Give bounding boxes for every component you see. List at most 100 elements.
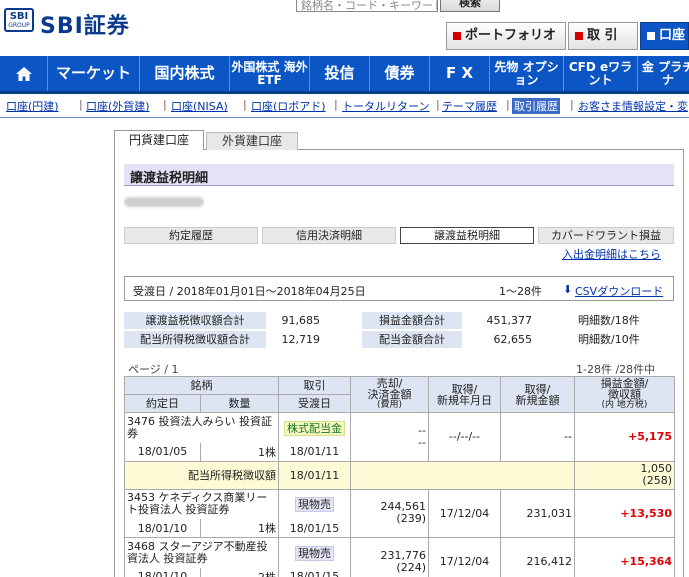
security-name: 3468 スターアジア不動産投資法人 投資証券 [124, 537, 279, 568]
amount-text: 231,776 [380, 548, 427, 562]
header-text: 決済金額 [367, 388, 412, 401]
trade-label: 取 引 [587, 28, 618, 43]
nav-gold[interactable]: 金 プラチナ [638, 56, 689, 91]
portfolio-button[interactable]: ポートフォリオ [446, 22, 566, 50]
amount-text: -- [418, 423, 426, 437]
nav-domestic-stock[interactable]: 国内株式 [140, 56, 230, 91]
acq-amount: 216,412 [500, 537, 575, 577]
header-acq-date: 取得/新規年月日 [428, 376, 501, 413]
arrow-icon [453, 31, 461, 40]
dividend-tax-row: 配当所得税徴収額 18/01/11 1,050 (258) [124, 460, 675, 490]
subtab-capital-gains-tax[interactable]: 譲渡益税明細 [400, 227, 534, 244]
security-name: 3476 投資法人みらい 投資証券 [124, 412, 279, 443]
profit-loss: +5,175 [574, 412, 675, 462]
date-range-box: 受渡日 / 2018年01月01日～2018年04月25日 1～28件 ⬇ CS… [124, 276, 674, 301]
sublink-yen-account[interactable]: 口座(円建) [6, 98, 59, 114]
summary-value: 91,685 [281, 314, 321, 327]
date-range: 受渡日 / 2018年01月01日～2018年04月25日 [133, 285, 366, 298]
logo-text[interactable]: SBI証券 [40, 8, 130, 40]
search-button[interactable]: 検索 [440, 0, 500, 12]
header-acq-amount: 取得/新規金額 [500, 376, 575, 413]
header-text: 取得/ [451, 382, 478, 396]
search-input[interactable]: 銘柄名・コード・キーワード [296, 0, 438, 12]
sbi-logo-mark[interactable]: SBI GROUP [4, 8, 34, 32]
header-text: (費用) [376, 400, 403, 410]
csv-download-link[interactable]: CSVダウンロード [575, 283, 663, 299]
dividend-tax-amount: 1,050 (258) [574, 460, 675, 490]
summary-value: 62,655 [493, 333, 533, 346]
divider: | [163, 98, 167, 111]
nav-fx[interactable]: F X [430, 56, 490, 91]
header-quantity: 数量 [200, 394, 279, 413]
sublink-total-return[interactable]: トータルリターン [342, 98, 429, 114]
sale-amount: 231,776 (224) [350, 537, 429, 577]
divider: | [570, 98, 574, 111]
page-indicator: ページ / 1 [128, 363, 179, 376]
subtab-covered-warrant[interactable]: カバードワラント損益 [538, 227, 674, 244]
portfolio-label: ポートフォリオ [465, 28, 557, 43]
trade-date: 18/01/10 [124, 567, 201, 577]
logo-mark-text: SBI [9, 11, 29, 22]
sublink-foreign-account[interactable]: 口座(外貨建) [86, 98, 150, 114]
trade-date: 18/01/10 [124, 519, 201, 538]
sale-amount: 244,561 (239) [350, 488, 429, 538]
trade-type: 現物売 [278, 488, 351, 519]
header-sale-amount: 売却/決済金額 (費用) [350, 376, 429, 413]
profit-loss: +15,364 [574, 537, 675, 577]
section-title: 譲渡益税明細 [124, 164, 674, 186]
nav-bonds[interactable]: 債券 [370, 56, 430, 91]
header-profit-loss: 損益金額/徴収額 (内 地方税) [574, 376, 675, 413]
account-button[interactable]: 口座 [640, 22, 689, 50]
summary-value: 451,377 [486, 314, 533, 327]
header-trade-date: 約定日 [124, 394, 201, 413]
subtab-margin-settlement[interactable]: 信用決済明細 [262, 227, 396, 244]
divider: | [334, 98, 338, 111]
header-text: 新規金額 [515, 393, 560, 407]
trade-type-badge: 株式配当金 [284, 420, 345, 436]
header-torihiki: 取引 [278, 376, 351, 395]
sublink-trade-history[interactable]: 取引履歴 [512, 98, 560, 114]
nav-funds[interactable]: 投信 [310, 56, 370, 91]
subtab-trade-history[interactable]: 約定履歴 [124, 227, 258, 244]
trade-button[interactable]: 取 引 [568, 22, 638, 50]
tab-yen-account[interactable]: 円貨建口座 [114, 130, 204, 150]
home-icon[interactable] [0, 56, 48, 91]
sublink-nisa-account[interactable]: 口座(NISA) [171, 98, 228, 114]
summary-count: 明細数/18件 [578, 314, 640, 327]
nav-cfd[interactable]: CFD eワラント [564, 56, 638, 91]
header-meigara: 銘柄 [124, 376, 279, 395]
page-count: 1-28件 /28件中 [576, 363, 656, 376]
divider: | [79, 98, 83, 111]
tab-foreign-account[interactable]: 外貨建口座 [206, 132, 298, 150]
cost-text: (239) [396, 512, 426, 526]
trade-type: 現物売 [278, 537, 351, 568]
divider: | [436, 98, 440, 111]
quantity: 1株 [200, 519, 279, 538]
acq-date: 17/12/04 [428, 537, 501, 577]
summary-label: 配当金額合計 [362, 331, 462, 349]
header-settle-date: 受渡日 [278, 394, 351, 413]
capital-gains-table: 銘柄 取引 売却/決済金額 (費用) 取得/新規年月日 取得/新規金額 損益金額/… [124, 376, 675, 577]
nav-market[interactable]: マーケット [48, 56, 140, 91]
deposit-history-link[interactable]: 入出金明細はこちら [562, 246, 661, 262]
dividend-tax-date: 18/01/11 [278, 460, 351, 490]
quantity: 1株 [200, 442, 279, 462]
header-text: 新規年月日 [437, 393, 492, 407]
nav-foreign-stock[interactable]: 外国株式 海外ETF [230, 56, 310, 91]
sublink-theme-history[interactable]: テーマ履歴 [442, 98, 497, 114]
redacted-account-name [124, 197, 204, 207]
download-icon[interactable]: ⬇ [563, 283, 572, 296]
sub-nav: 口座(円建) | 口座(外貨建) | 口座(NISA) | 口座(ロボアド) |… [0, 96, 689, 116]
settle-date: 18/01/15 [278, 519, 351, 538]
acq-amount: 231,031 [500, 488, 575, 538]
security-name: 3453 ケネディクス商業リート投資法人 投資証券 [124, 488, 279, 519]
sublink-roboad-account[interactable]: 口座(ロボアド) [251, 98, 326, 114]
nav-futures[interactable]: 先物 オプション [490, 56, 564, 91]
header-text: 徴収額 [608, 388, 641, 401]
quantity: 2株 [200, 567, 279, 577]
sublink-customer-settings[interactable]: お客さま情報設定・変 [578, 98, 688, 114]
header-text: 取得/ [524, 382, 551, 396]
header-text: (内 地方税) [601, 400, 648, 410]
empty-cell [350, 460, 575, 490]
count-range: 1～28件 [499, 285, 542, 298]
